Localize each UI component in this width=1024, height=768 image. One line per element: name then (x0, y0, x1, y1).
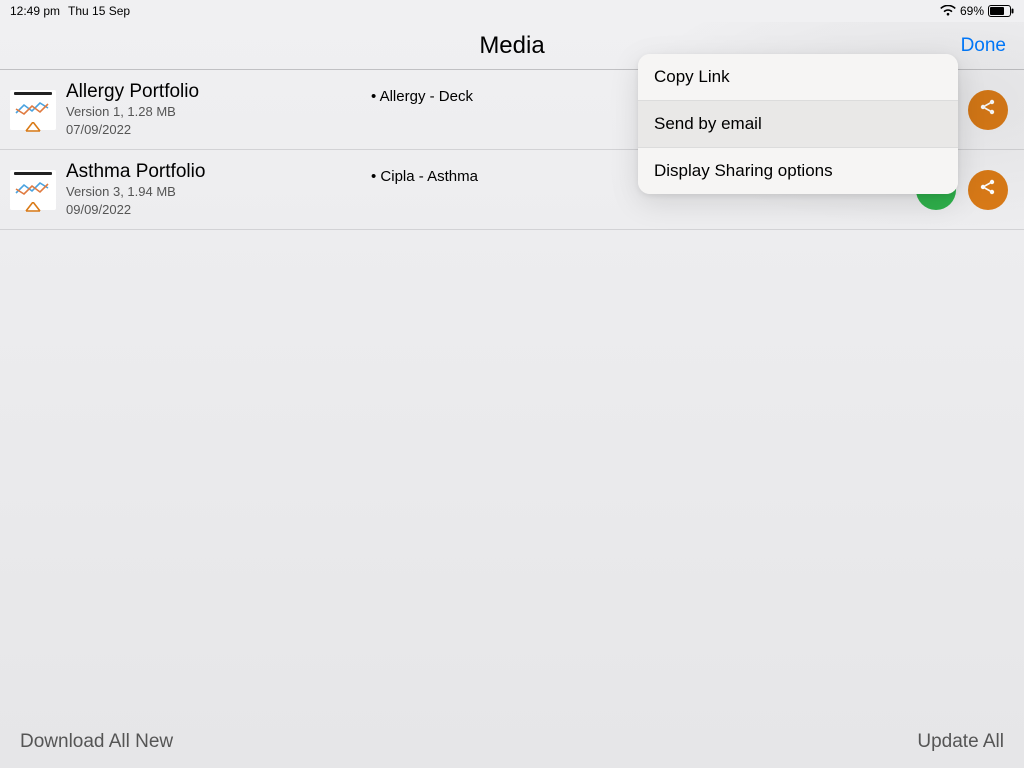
media-title: Allergy Portfolio (66, 81, 371, 104)
media-title: Asthma Portfolio (66, 161, 371, 184)
popover-item-send-email[interactable]: Send by email (638, 100, 958, 147)
wifi-icon (940, 5, 956, 17)
media-date: 09/09/2022 (66, 201, 371, 219)
update-all-button[interactable]: Update All (917, 731, 1004, 753)
done-button[interactable]: Done (961, 35, 1006, 57)
battery-icon (988, 5, 1014, 17)
status-bar: 12:49 pm Thu 15 Sep 69% (0, 0, 1024, 22)
media-version: Version 3, 1.94 MB (66, 183, 371, 201)
popover-item-copy-link[interactable]: Copy Link (638, 54, 958, 100)
popover-item-sharing-options[interactable]: Display Sharing options (638, 147, 958, 194)
presentation-thumbnail-icon (10, 90, 56, 130)
status-date: Thu 15 Sep (68, 4, 130, 18)
share-icon (978, 177, 998, 202)
share-button[interactable] (968, 90, 1008, 130)
status-battery-pct: 69% (960, 4, 984, 18)
page-title: Media (479, 32, 544, 60)
media-date: 07/09/2022 (66, 121, 371, 139)
download-all-button[interactable]: Download All New (20, 731, 173, 753)
status-time: 12:49 pm (10, 4, 60, 18)
share-button[interactable] (968, 170, 1008, 210)
share-popover: Copy Link Send by email Display Sharing … (638, 54, 958, 194)
bottom-toolbar: Download All New Update All (0, 716, 1024, 768)
presentation-thumbnail-icon (10, 170, 56, 210)
media-version: Version 1, 1.28 MB (66, 103, 371, 121)
share-icon (978, 97, 998, 122)
